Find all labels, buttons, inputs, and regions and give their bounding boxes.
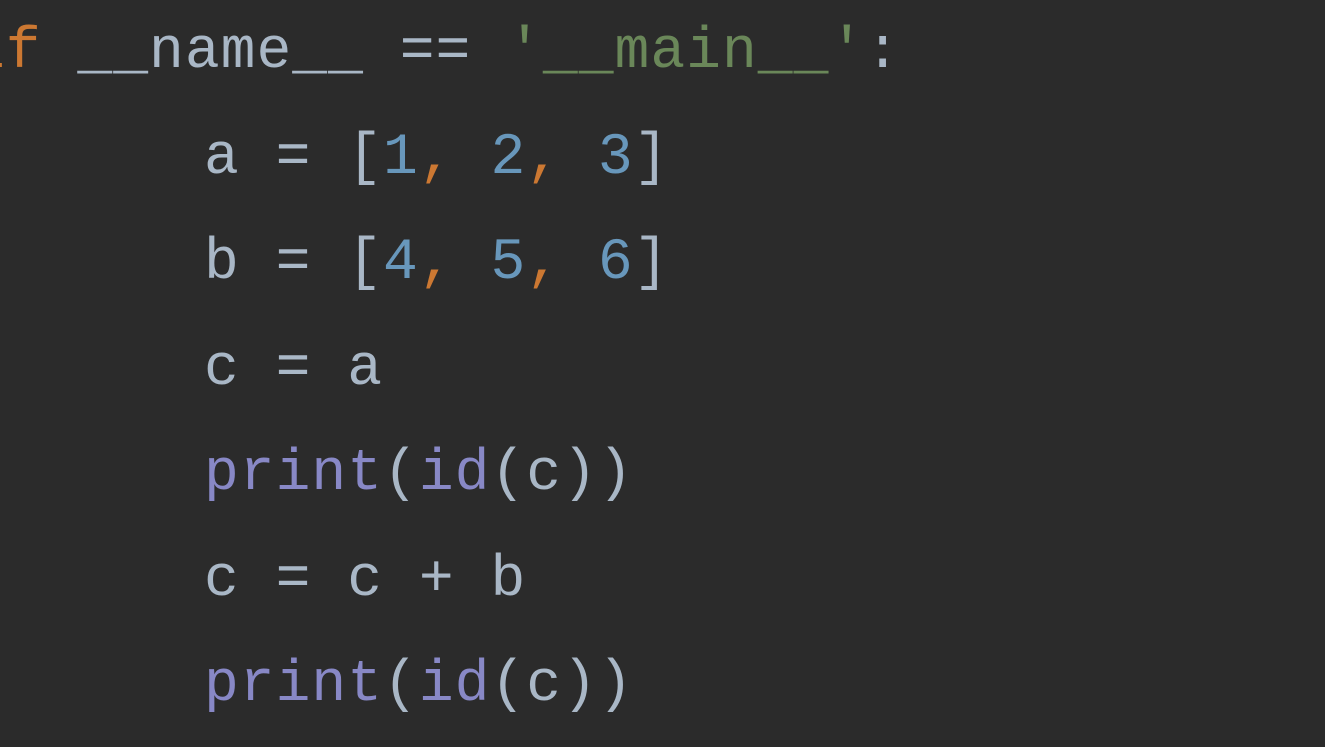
token-builtin: id — [419, 653, 491, 718]
token-default: __name__ — [42, 20, 400, 85]
code-line[interactable]: b = [4, 5, 6] — [0, 211, 1325, 317]
token-number: 1 — [383, 126, 419, 191]
token-builtin: print — [204, 653, 383, 718]
token-default — [471, 20, 507, 85]
token-default: ] — [634, 231, 670, 296]
code-line[interactable]: a = [1, 2, 3] — [0, 106, 1325, 212]
token-default: c = a — [204, 337, 383, 402]
token-builtin: id — [419, 442, 491, 507]
token-number: 5 — [490, 231, 526, 296]
token-default: : — [865, 20, 901, 85]
token-default: a = [ — [204, 126, 383, 191]
token-paren: ( — [383, 653, 419, 718]
token-default — [562, 126, 598, 191]
token-number: 6 — [598, 231, 634, 296]
code-editor[interactable]: if __name__ == '__main__':a = [1, 2, 3]b… — [0, 0, 1325, 739]
token-comma: , — [419, 231, 455, 296]
code-line[interactable]: print(id(c)) — [0, 422, 1325, 528]
code-line[interactable]: if __name__ == '__main__': — [0, 0, 1325, 106]
token-paren: ( — [383, 442, 419, 507]
token-builtin: print — [204, 442, 383, 507]
token-comma: , — [526, 126, 562, 191]
token-default: ] — [634, 126, 670, 191]
token-number: 2 — [490, 126, 526, 191]
token-number: 3 — [598, 126, 634, 191]
token-string: '__main__' — [507, 20, 865, 85]
token-comma: , — [526, 231, 562, 296]
token-number: 4 — [383, 231, 419, 296]
code-line[interactable]: print(id(c)) — [0, 633, 1325, 739]
token-default — [562, 231, 598, 296]
token-default: == — [400, 20, 472, 85]
token-default — [455, 126, 491, 191]
code-line[interactable]: c = c + b — [0, 528, 1325, 634]
token-comma: , — [419, 126, 455, 191]
token-default — [455, 231, 491, 296]
token-keyword: if — [0, 20, 42, 85]
token-default: b = [ — [204, 231, 383, 296]
token-default: c = c + b — [204, 548, 526, 613]
token-paren: (c)) — [490, 653, 633, 718]
token-paren: (c)) — [490, 442, 633, 507]
code-line[interactable]: c = a — [0, 317, 1325, 423]
